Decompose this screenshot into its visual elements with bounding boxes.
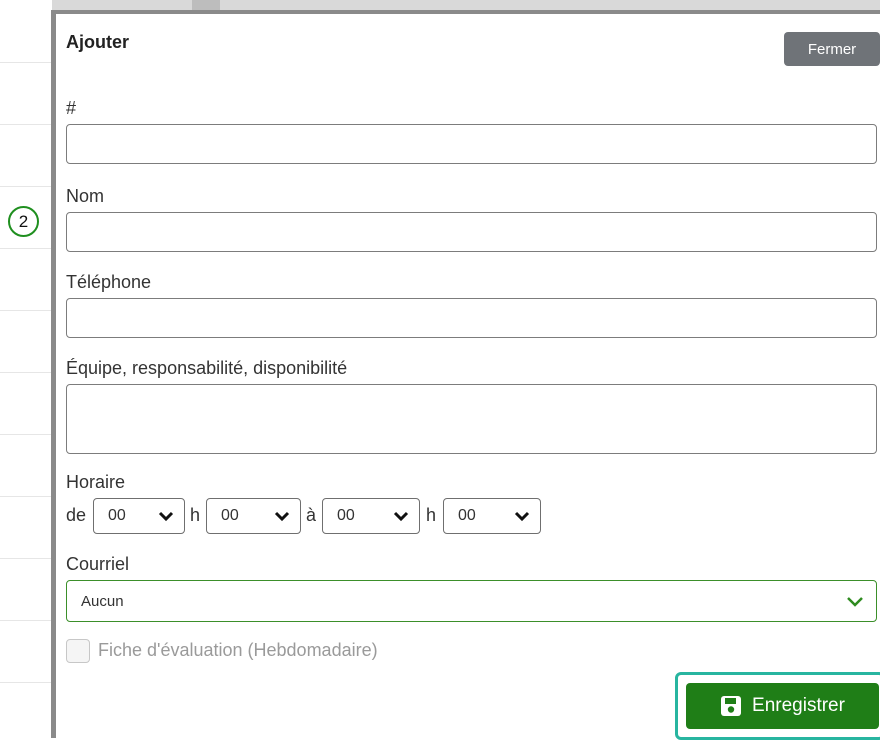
number-input[interactable]: [66, 124, 877, 164]
to-minute-value: 00: [458, 507, 476, 524]
chevron-down-icon: [847, 597, 863, 607]
add-dialog: Ajouter Fermer # Nom Téléphone Équipe, r…: [51, 10, 880, 740]
schedule-row: de 00 h 00 à 00 h 00: [66, 498, 606, 534]
number-label: #: [66, 98, 77, 118]
evaluation-row: Fiche d'évaluation (Hebdomadaire): [66, 638, 566, 664]
close-button[interactable]: Fermer: [784, 32, 880, 66]
name-input[interactable]: [66, 212, 877, 252]
chevron-down-icon: [514, 511, 530, 522]
hour-separator: h: [426, 505, 437, 525]
email-label: Courriel: [66, 554, 130, 574]
floppy-disk-icon: [721, 696, 742, 716]
email-select[interactable]: Aucun: [66, 580, 877, 622]
phone-input[interactable]: [66, 298, 877, 338]
from-word: de: [66, 505, 87, 525]
save-button[interactable]: Enregistrer: [686, 683, 879, 729]
email-selected-value: Aucun: [81, 593, 124, 610]
from-minute-select[interactable]: 00: [206, 498, 301, 534]
background-panel: [0, 0, 52, 738]
chevron-down-icon: [393, 511, 409, 522]
save-label: Enregistrer: [752, 695, 845, 716]
team-textarea[interactable]: [66, 384, 877, 454]
schedule-label: Horaire: [66, 472, 126, 492]
evaluation-label: Fiche d'évaluation (Hebdomadaire): [98, 640, 378, 660]
from-hour-value: 00: [108, 507, 126, 524]
evaluation-checkbox[interactable]: [66, 639, 90, 663]
name-label: Nom: [66, 186, 105, 206]
dialog-title: Ajouter: [66, 32, 129, 52]
phone-label: Téléphone: [66, 272, 152, 292]
team-label: Équipe, responsabilité, disponibilité: [66, 358, 348, 378]
from-minute-value: 00: [221, 507, 239, 524]
from-hour-select[interactable]: 00: [93, 498, 185, 534]
hour-separator: h: [190, 505, 201, 525]
to-hour-select[interactable]: 00: [322, 498, 420, 534]
chevron-down-icon: [158, 511, 174, 522]
step-marker: 2: [8, 206, 39, 237]
to-word: à: [306, 505, 317, 525]
to-minute-select[interactable]: 00: [443, 498, 541, 534]
save-highlight: Enregistrer: [675, 672, 880, 740]
chevron-down-icon: [274, 511, 290, 522]
to-hour-value: 00: [337, 507, 355, 524]
